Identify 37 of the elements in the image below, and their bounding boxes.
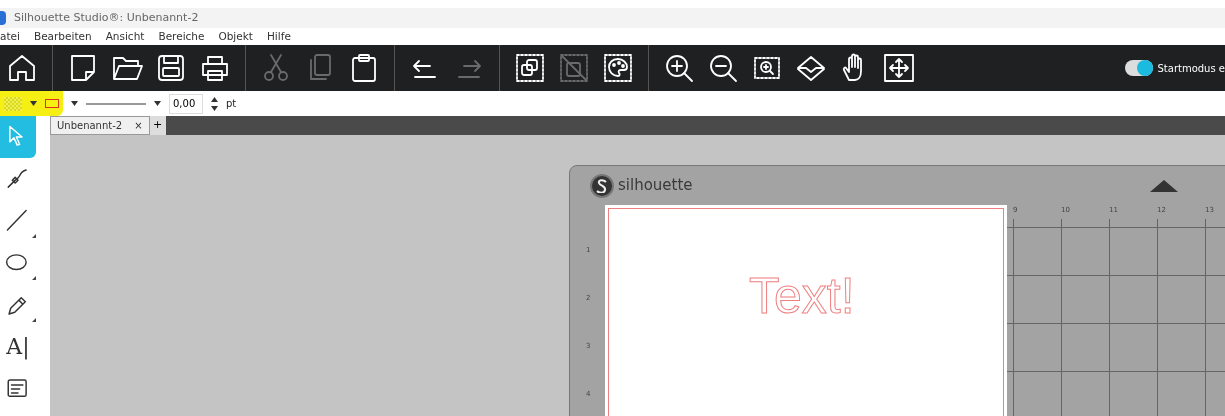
mode-toggle[interactable] [1125, 60, 1154, 76]
line-style-sample[interactable] [86, 101, 146, 106]
menu-item[interactable]: Bearbeiten [33, 28, 92, 45]
palette-icon [602, 52, 634, 84]
home-icon [6, 52, 38, 84]
unit-label: pt [226, 97, 237, 111]
document-tab[interactable]: Unbenannt-2 × [50, 116, 150, 135]
submenu-corner-icon [32, 276, 36, 280]
zoom-out-icon [707, 52, 739, 84]
toggle-label: Startmodus e [1157, 61, 1225, 76]
eject-triangle-icon[interactable] [1149, 179, 1178, 192]
tool-button[interactable]: A| [0, 326, 36, 368]
tab-label: Unbenannt-2 [57, 119, 123, 133]
fill-pattern-swatch[interactable] [4, 96, 22, 111]
brand-name: silhouette [618, 175, 693, 197]
spinner-icon[interactable] [211, 96, 218, 111]
app-icon [0, 11, 6, 25]
submenu-corner-icon [32, 234, 36, 238]
submenu-corner-icon [32, 318, 36, 322]
stroke-color-swatch[interactable] [45, 99, 59, 108]
line-width-field[interactable]: 0,00 [169, 93, 203, 114]
caret-icon[interactable] [71, 101, 78, 106]
caret-icon[interactable] [154, 101, 161, 106]
caret-icon[interactable] [30, 101, 37, 106]
group-icon [514, 52, 546, 84]
zoom-in-icon [663, 52, 695, 84]
menu-item[interactable]: Hilfe [266, 28, 291, 45]
menu-item[interactable]: atei [0, 28, 20, 45]
tab-close[interactable]: × [134, 118, 143, 133]
text-tool-glyph: A| [6, 336, 30, 358]
menu-item[interactable]: Ansicht [105, 28, 145, 45]
window-title: Silhouette Studio®: Unbenannt-2 [14, 9, 199, 26]
menu-item[interactable]: Objekt [218, 28, 253, 45]
ungroup-icon [558, 52, 590, 84]
menu-item[interactable]: Bereiche [158, 28, 205, 45]
fit-to-window-icon [883, 52, 915, 84]
logo-icon [590, 173, 614, 198]
